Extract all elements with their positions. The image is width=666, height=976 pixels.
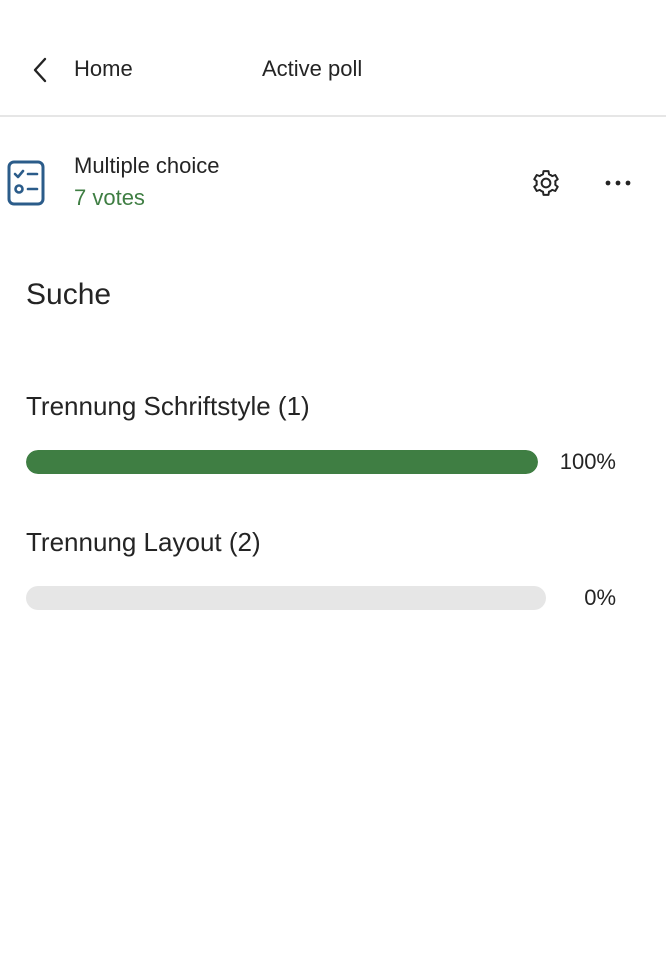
more-horizontal-icon (605, 180, 631, 186)
more-options-button[interactable] (600, 165, 636, 201)
poll-type-label: Multiple choice (74, 153, 220, 178)
option-percentage: 100% (559, 449, 616, 474)
option-result-fill (26, 450, 538, 474)
option-percentage: 0% (584, 585, 616, 610)
chevron-left-icon (33, 57, 47, 83)
option-label: Trennung Schriftstyle (1) (26, 391, 310, 421)
back-home-link[interactable]: Home (74, 55, 133, 83)
option-result-bar (26, 450, 538, 474)
option-result-bar (26, 586, 546, 610)
option-label: Trennung Layout (2) (26, 527, 261, 557)
poll-question: Suche (26, 278, 112, 311)
checklist-icon (7, 160, 45, 206)
gear-icon (533, 170, 559, 196)
back-button[interactable] (20, 50, 60, 90)
header-bar: Home Active poll (0, 0, 666, 117)
settings-button[interactable] (528, 165, 564, 201)
vote-count: 7 votes (74, 185, 145, 210)
page-title: Active poll (262, 56, 363, 81)
